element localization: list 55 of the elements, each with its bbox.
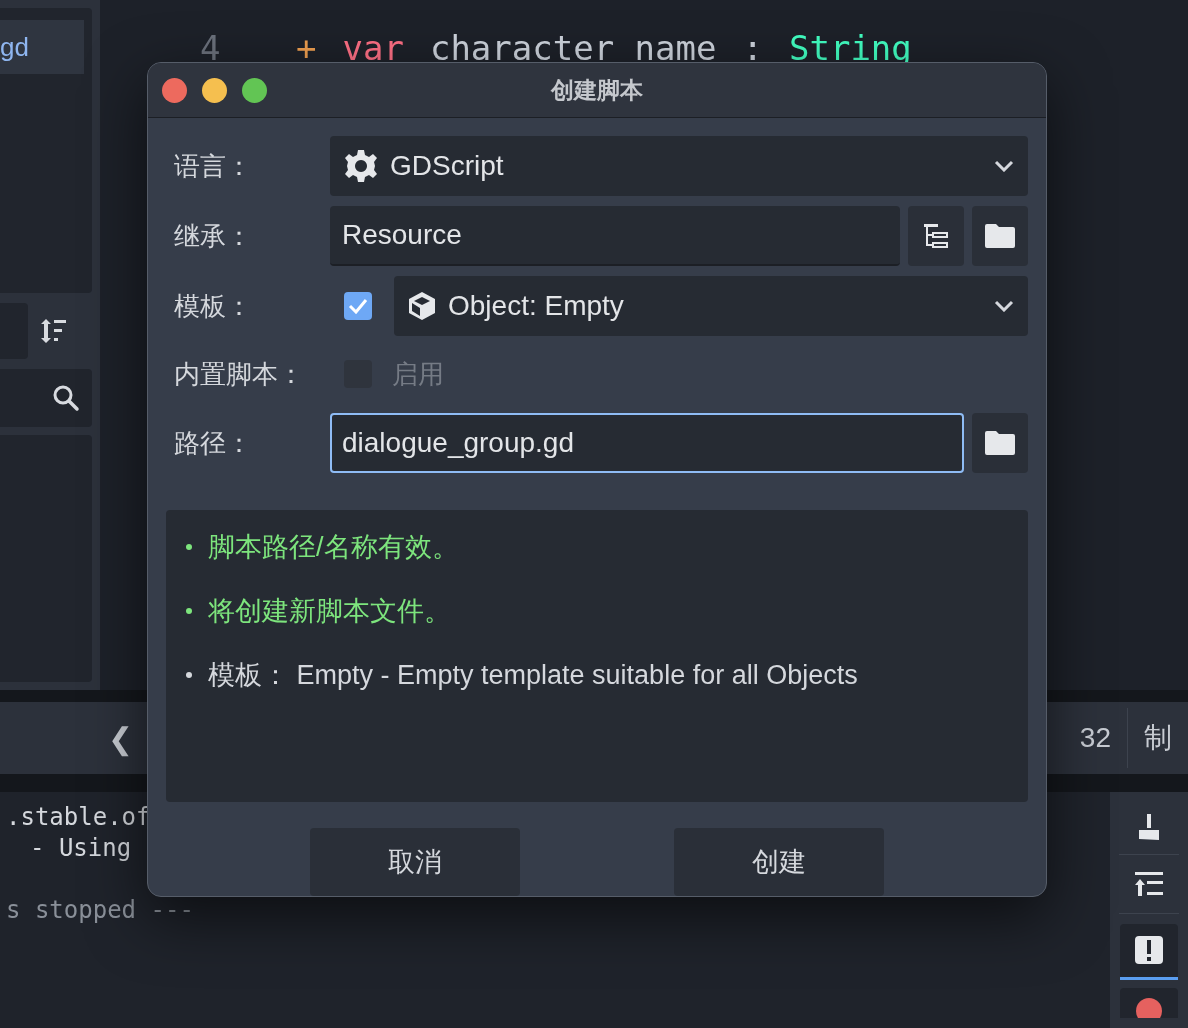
indent-icon[interactable]: [1135, 871, 1163, 897]
minimize-button[interactable]: [202, 77, 227, 103]
indent-mode[interactable]: 制: [1128, 717, 1188, 759]
sort-icon[interactable]: [40, 317, 68, 345]
class-tree-button[interactable]: [908, 206, 964, 266]
field-label: 模板：: [173, 289, 253, 323]
message-text: 模板： Empty - Empty template suitable for all Objects: [208, 659, 858, 692]
file-list-item[interactable]: gd: [0, 20, 84, 74]
folder-button[interactable]: [972, 413, 1028, 473]
warning-icon: [1135, 935, 1163, 966]
output-line: .stable.of: [6, 802, 151, 833]
folder-icon: [985, 224, 1015, 248]
path-field[interactable]: dialogue_group.gd: [330, 413, 964, 473]
type-name: String: [788, 28, 912, 68]
bullet-icon: [186, 608, 192, 614]
message-text: 将创建新脚本文件。: [208, 595, 451, 628]
message-text: 脚本路径/名称有效。: [208, 531, 459, 564]
check-icon: [348, 298, 368, 314]
dialog-button[interactable]: 取消: [310, 828, 520, 896]
bullet-icon: [186, 672, 192, 678]
chevron-button[interactable]: ❮: [100, 715, 140, 761]
field-label: 继承：: [173, 219, 253, 253]
warning-toggle[interactable]: [1120, 924, 1178, 980]
field-label: 内置脚本：: [173, 357, 305, 391]
line-number: 4: [200, 28, 222, 68]
tree-icon: [922, 223, 950, 249]
inherits-field[interactable]: Resource: [330, 206, 900, 266]
bullet-icon: [186, 544, 192, 550]
keyword: var: [342, 28, 404, 68]
template-checkbox[interactable]: [344, 292, 372, 320]
broom-icon[interactable]: [1137, 812, 1161, 842]
maximize-button[interactable]: [242, 77, 267, 103]
template-dropdown[interactable]: Object: Empty: [394, 276, 1028, 336]
language-dropdown[interactable]: GDScript: [330, 136, 1028, 196]
chevron-down-icon: [994, 160, 1014, 172]
dialog-button[interactable]: 创建: [674, 828, 884, 896]
folder-icon: [985, 431, 1015, 455]
column-number: 32: [1079, 721, 1112, 755]
window-title: 创建脚本: [551, 75, 643, 105]
identifier: character name: [429, 28, 717, 68]
folder-button[interactable]: [972, 206, 1028, 266]
search-icon: [52, 384, 80, 412]
gear-icon: [344, 149, 378, 183]
field-label: 语言：: [173, 149, 253, 183]
search-field[interactable]: [0, 369, 92, 427]
diff-marker: +: [296, 28, 317, 68]
checkbox-label: 启用: [392, 357, 444, 391]
colon: :: [742, 28, 763, 68]
error-icon[interactable]: [1136, 998, 1162, 1018]
output-line: - Using: [30, 833, 132, 864]
close-button[interactable]: [162, 77, 187, 103]
field-label: 路径：: [173, 426, 253, 460]
cube-icon: [408, 291, 436, 321]
output-line: s stopped ---: [6, 895, 194, 926]
chevron-down-icon: [994, 300, 1014, 312]
